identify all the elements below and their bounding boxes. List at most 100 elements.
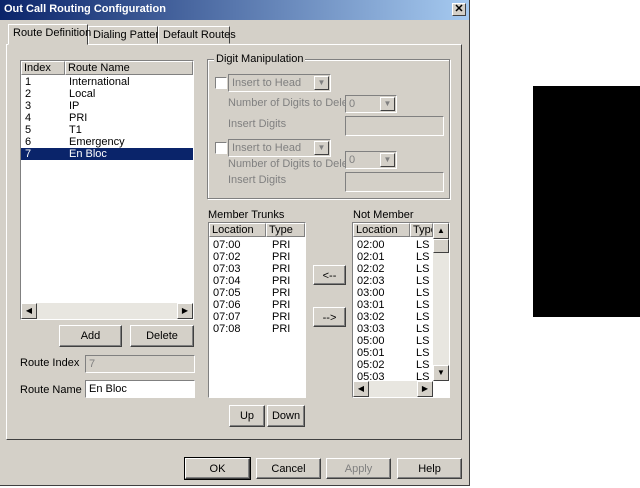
route-list[interactable]: Index Route Name 1 International 2 Local 3 IP… [20,60,194,320]
type-cell: PRI [272,239,291,251]
chevron-down-icon[interactable]: ▼ [380,97,395,111]
not-member-list[interactable]: Location Type 02:00LS02:01LS02:02LS02:03… [352,222,450,398]
scroll-up-icon[interactable]: ▲ [433,223,449,239]
scroll-right-icon[interactable]: ▶ [417,381,433,397]
location-cell: 07:04 [213,275,241,287]
type-cell: PRI [272,287,291,299]
digits-delete-select-2[interactable]: 0 ▼ [345,151,397,169]
chevron-down-icon[interactable]: ▼ [314,76,329,90]
route-name-cell: En Bloc [69,148,107,160]
list-item[interactable]: 5 T1 [21,124,193,136]
table-row[interactable]: 02:01 LS [357,251,433,263]
move-down-button[interactable]: Down [267,405,305,427]
close-button[interactable]: ✕ [452,3,466,16]
insert-digits-input-2[interactable] [345,172,444,192]
column-header-type[interactable]: Type [266,223,305,237]
type-cell: LS [416,359,430,371]
route-index-field: 7 [85,355,195,373]
type-cell: LS [416,263,430,275]
table-row[interactable]: 02:03 LS [357,275,433,287]
close-icon: ✕ [454,3,464,15]
tab-dialing-pattern[interactable]: Dialing Pattern [88,26,165,44]
list-item[interactable]: 6 Emergency [21,136,193,148]
type-cell: LS [416,347,430,359]
table-row[interactable]: 02:00 LS [357,239,433,251]
location-cell: 07:03 [213,263,241,275]
scroll-left-icon[interactable]: ◀ [21,303,37,319]
table-row[interactable]: 07:06 PRI [213,299,303,311]
member-trunks-list[interactable]: Location Type 07:00 PRI 07:02 PRI 07:03 PRI 07… [208,222,306,398]
column-header-type[interactable]: Type [410,223,433,237]
scroll-down-icon[interactable]: ▼ [433,365,449,381]
route-list-hscrollbar[interactable]: ◀ ▶ [21,303,193,319]
location-cell: 03:03 [357,323,385,335]
type-cell: LS [416,335,430,347]
table-row[interactable]: 07:08 PRI [213,323,303,335]
manipulation-mode-select-1[interactable]: Insert to Head ▼ [228,74,331,92]
tab-label: Dialing Pattern [93,29,166,41]
column-header-location[interactable]: Location [353,223,410,237]
select-value: 0 [349,98,356,110]
table-row[interactable]: 07:04 PRI [213,275,303,287]
table-row[interactable]: 03:00 LS [357,287,433,299]
not-member-vscrollbar[interactable]: ▲ ▼ [433,223,449,381]
ok-button[interactable]: OK [184,457,251,480]
column-header-route-name[interactable]: Route Name [65,61,193,75]
table-row[interactable]: 03:03 LS [357,323,433,335]
table-row[interactable]: 07:03 PRI [213,263,303,275]
apply-button[interactable]: Apply [326,458,391,479]
list-item[interactable]: 2 Local [21,88,193,100]
chevron-down-icon[interactable]: ▼ [380,153,395,167]
scroll-left-icon[interactable]: ◀ [353,381,369,397]
column-header-location[interactable]: Location [209,223,266,237]
tab-default-routes[interactable]: Default Routes [158,26,236,44]
location-cell: 07:08 [213,323,241,335]
list-item[interactable]: 7 En Bloc [21,148,193,160]
tab-route-definition[interactable]: Route Definition [8,24,91,45]
route-name-cell: PRI [69,112,88,124]
table-row[interactable]: 07:05 PRI [213,287,303,299]
type-cell: PRI [272,275,291,287]
help-button[interactable]: Help [397,458,462,479]
cancel-button[interactable]: Cancel [256,458,321,479]
table-row[interactable]: 05:03 LS [357,371,433,381]
table-row[interactable]: 05:01 LS [357,347,433,359]
table-row[interactable]: 03:01 LS [357,299,433,311]
location-cell: 05:03 [357,371,385,381]
list-item[interactable]: 4 PRI [21,112,193,124]
table-row[interactable]: 05:00 LS [357,335,433,347]
type-cell: PRI [272,251,291,263]
table-row[interactable]: 07:02 PRI [213,251,303,263]
move-up-button[interactable]: Up [229,405,265,427]
tab-label: Default Routes [163,29,236,41]
table-row[interactable]: 02:02 LS [357,263,433,275]
not-member-hscrollbar[interactable]: ◀ ▶ [353,381,433,397]
scroll-thumb[interactable] [433,239,449,253]
remove-member-button[interactable]: --> [313,307,346,327]
location-cell: 07:05 [213,287,241,299]
route-name-input[interactable]: En Bloc [85,380,195,398]
table-row[interactable]: 07:07 PRI [213,311,303,323]
scroll-right-icon[interactable]: ▶ [177,303,193,319]
location-cell: 03:02 [357,311,385,323]
column-header-index[interactable]: Index [21,61,65,75]
type-cell: LS [416,287,430,299]
manipulation-mode-select-2[interactable]: Insert to Head ▼ [228,139,331,157]
table-row[interactable]: 05:02 LS [357,359,433,371]
route-index-cell: 7 [25,148,32,160]
list-item[interactable]: 1 International [21,76,193,88]
add-route-button[interactable]: Add [59,325,122,347]
delete-route-button[interactable]: Delete [130,325,194,347]
table-row[interactable]: 07:00 PRI [213,239,303,251]
type-cell: LS [416,239,430,251]
digits-delete-select-1[interactable]: 0 ▼ [345,95,397,113]
insert-digits-input-1[interactable] [345,116,444,136]
chevron-down-icon[interactable]: ▼ [314,141,329,155]
digit-manipulation-checkbox-1[interactable] [215,77,227,89]
location-cell: 03:01 [357,299,385,311]
table-row[interactable]: 03:02 LS [357,311,433,323]
add-member-button[interactable]: <-- [313,265,346,285]
not-member-rows: 02:00 LS 02:01 LS 02:02 LS 02:03 LS 03:00 LS 03:01… [357,239,433,381]
list-item[interactable]: 3 IP [21,100,193,112]
digit-manipulation-checkbox-2[interactable] [215,142,227,154]
